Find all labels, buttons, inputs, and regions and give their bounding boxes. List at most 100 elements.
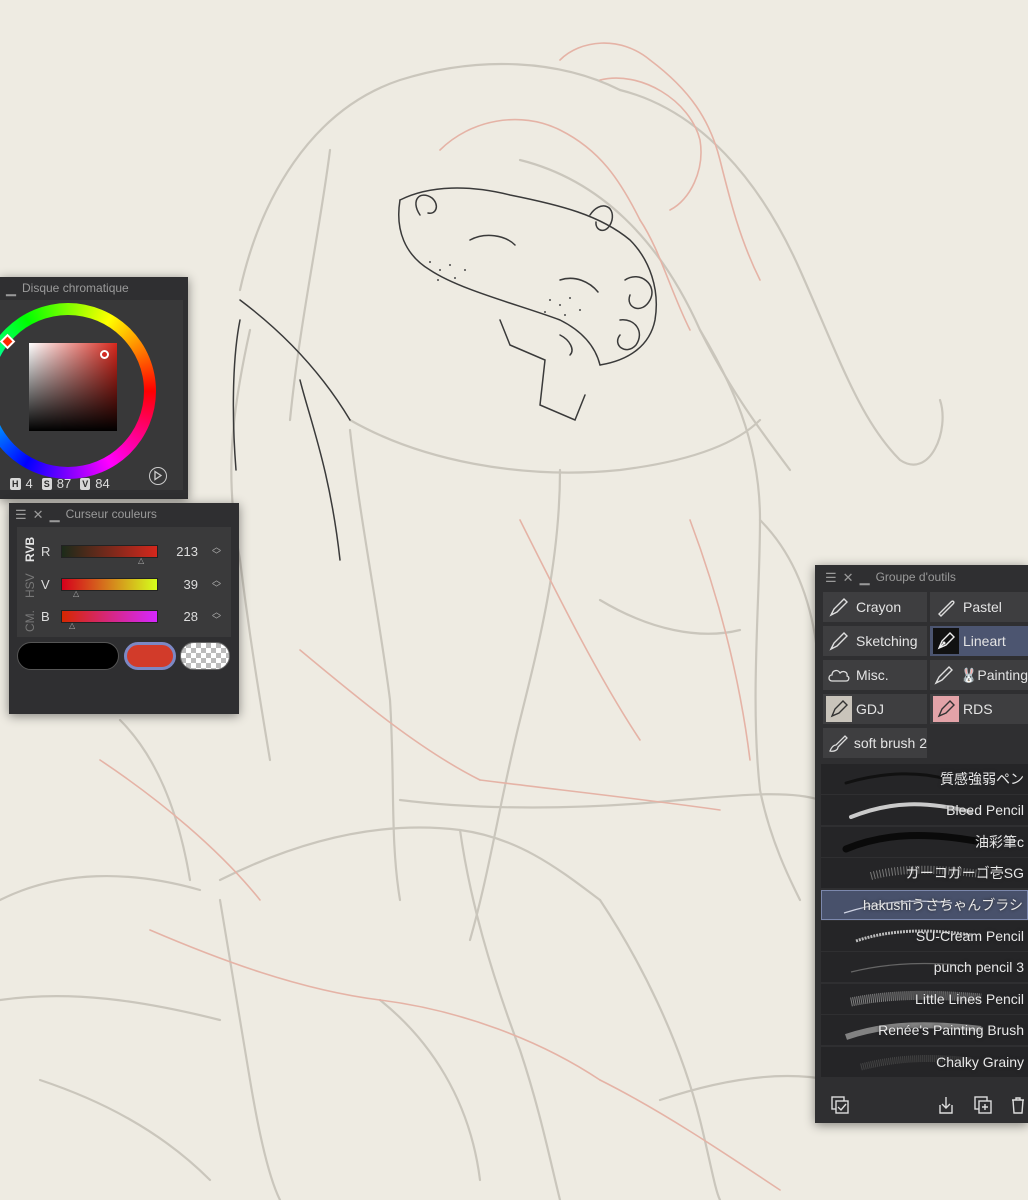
list-item[interactable]: Bleed Pencil [821,795,1028,826]
brush-name: Little Lines Pencil [915,990,1024,1007]
menu-icon[interactable]: ☰ [825,571,837,584]
tool-group-label: Crayon [856,599,902,615]
sub-tool-list[interactable]: 質感強弱ペン Bleed Pencil 油彩筆c ガーコガーゴ壱SG hakus… [821,764,1028,1084]
brush-name: punch pencil 3 [933,959,1024,976]
list-item[interactable]: Little Lines Pencil [821,983,1028,1014]
sv-picker-handle[interactable] [100,350,109,359]
green-value[interactable]: 39 [158,577,198,592]
tool-group-label: Sketching [856,633,918,649]
red-channel-label: R [41,543,51,559]
green-slider-marker: △ [73,589,80,598]
tool-group-title: Groupe d'outils [875,570,956,584]
color-mode-tabs: RVB HSV CM. [19,530,41,638]
tool-group-label: Misc. [856,667,889,683]
brush-name: 油彩筆c [975,833,1024,850]
sub-tool-settings-icon[interactable] [830,1095,850,1115]
brightness-value: 84 [95,476,110,491]
sketch-lineart-face [232,187,657,561]
green-channel-label: V [41,576,50,592]
tab-cmy[interactable]: CM. [23,610,37,632]
tool-group-soft-brush[interactable]: soft brush 2 [823,728,927,758]
tool-group-crayon[interactable]: Crayon [823,592,927,622]
tool-group-label: Lineart [963,633,1006,649]
pencil-icon [826,594,852,620]
pastel-icon [933,594,959,620]
color-slider-title: Curseur couleurs [65,507,157,521]
brush-name: hakushiうさちゃんブラシ [863,896,1023,913]
pen-nib-icon [933,628,959,654]
saturation-badge: S [41,477,52,490]
minimize-icon[interactable]: ▁ [50,508,60,521]
blue-channel-label: B [41,608,50,624]
trash-icon[interactable] [1008,1095,1028,1115]
tool-group-label: soft brush 2 [853,735,927,751]
tool-group-pastel[interactable]: Pastel [930,592,1028,622]
pencil-icon [826,628,852,654]
tool-group-sketching[interactable]: Sketching [823,626,927,656]
list-item[interactable]: punch pencil 3 [821,952,1028,983]
tool-group-label: RDS [963,701,993,717]
tool-group-label: 🐰Painting [959,666,1028,683]
main-color-swatch[interactable] [17,642,119,670]
tool-group-lineart[interactable]: Lineart [930,626,1028,656]
color-slider-titlebar[interactable]: ☰ ✕ ▁ Curseur couleurs [9,503,239,525]
tool-group-gdj[interactable]: GDJ [823,694,927,724]
pen-nib-icon [933,696,959,722]
play-icon [154,470,163,481]
sub-color-swatch[interactable] [124,642,176,670]
close-icon[interactable]: ✕ [843,571,854,584]
tab-rgb[interactable]: RVB [23,537,37,562]
list-item[interactable]: hakushiうさちゃんブラシ [821,889,1028,920]
list-item[interactable]: Renée's Painting Brush [821,1015,1028,1046]
green-stepper[interactable]: ︿ ﹀ [212,576,221,593]
pencil-icon [933,662,956,688]
list-item[interactable]: SU-Cream Pencil [821,920,1028,951]
list-item[interactable]: Chalky Grainy [821,1046,1028,1077]
blue-stepper[interactable]: ︿ ﹀ [212,608,221,625]
slider-row-blue: B 28 ︿ ﹀ [41,608,221,625]
menu-icon[interactable]: ☰ [15,508,27,521]
tool-group-panel: ☰ ✕ ▁ Groupe d'outils Crayon Pastel Sket… [815,565,1028,1123]
color-wheel-body [0,300,183,490]
blue-slider[interactable] [61,609,158,623]
transparent-color-swatch[interactable] [180,642,230,670]
slider-row-red: R 213 ︿ ﹀ [41,543,221,560]
blue-value[interactable]: 28 [158,609,198,624]
list-item[interactable]: 質感強弱ペン [821,764,1028,794]
saturation-value: 87 [56,476,72,491]
blue-slider-marker: △ [69,621,76,630]
brush-name: Renée's Painting Brush [878,1022,1024,1039]
brush-name: ガーコガーゴ壱SG [905,865,1024,882]
red-stepper[interactable]: ︿ ﹀ [212,543,221,560]
import-icon[interactable] [936,1095,956,1115]
list-item[interactable]: ガーコガーゴ壱SG [821,858,1028,889]
brush-name: SU-Cream Pencil [915,927,1024,944]
color-wheel-panel: ▁ Disque chromatique H 4 S 87 V 84 [0,277,188,499]
hsv-readout: H 4 S 87 V 84 [10,476,114,491]
hue-value: 4 [25,476,33,491]
close-icon[interactable]: ✕ [33,508,44,521]
brush-name: 質感強弱ペン [940,771,1024,787]
color-wheel-titlebar[interactable]: ▁ Disque chromatique [0,277,188,299]
tool-group-misc[interactable]: Misc. [823,660,927,690]
red-slider-marker: △ [138,556,145,565]
wheel-mode-button[interactable] [149,467,167,485]
minimize-icon[interactable]: ▁ [860,571,870,584]
tool-group-painting[interactable]: 🐰Painting [930,660,1028,690]
red-value[interactable]: 213 [158,544,198,559]
tab-hsv[interactable]: HSV [23,573,37,598]
tool-group-footer [815,1087,1028,1123]
value-badge: V [80,477,91,490]
brush-name: Bleed Pencil [946,802,1024,819]
slider-row-green: V 39 ︿ ﹀ [41,576,221,593]
list-item[interactable]: 油彩筆c [821,826,1028,857]
hue-badge: H [10,477,21,490]
duplicate-icon[interactable] [973,1095,993,1115]
pen-nib-icon [826,696,852,722]
brush-icon [826,730,850,756]
tool-group-label: Pastel [963,599,1002,615]
minimize-icon[interactable]: ▁ [6,282,16,295]
color-slider-panel: ☰ ✕ ▁ Curseur couleurs RVB HSV CM. R 213… [9,503,239,714]
tool-group-titlebar[interactable]: ☰ ✕ ▁ Groupe d'outils [815,565,1028,589]
tool-group-rds[interactable]: RDS [930,694,1028,724]
